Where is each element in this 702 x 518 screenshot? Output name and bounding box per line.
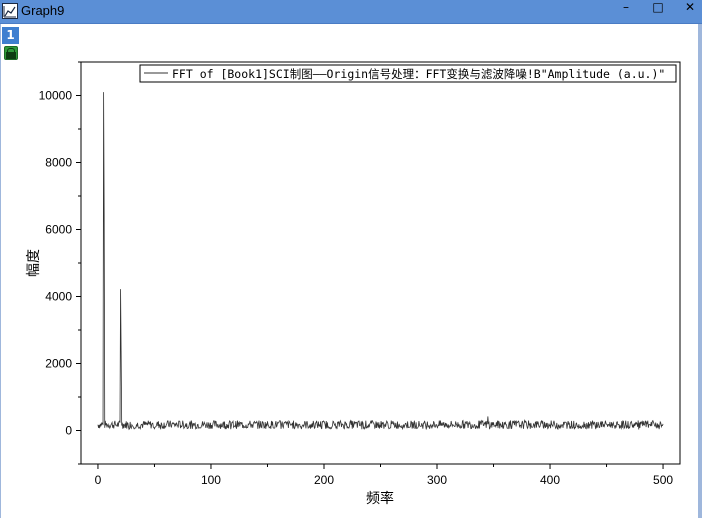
y-tick-label: 10000: [39, 89, 73, 103]
y-axis-title: 幅度: [26, 249, 42, 277]
x-tick-label: 500: [653, 473, 673, 487]
x-tick-label: 100: [201, 473, 221, 487]
y-tick-label: 8000: [45, 156, 72, 170]
y-tick-label: 4000: [45, 290, 72, 304]
series-line: [97, 92, 664, 431]
fft-chart[interactable]: 0 100 200 300 400 500 0200040006000800010000 …: [0, 0, 702, 518]
x-axis-ticks: 0 100 200 300 400 500: [95, 464, 673, 487]
x-tick-label: 400: [540, 473, 560, 487]
legend-box: FFT of [Book1]SCI制图——Origin信号处理：FFT变换与滤波…: [139, 64, 677, 83]
y-tick-label: 2000: [45, 357, 72, 371]
y-axis-ticks: 0 2000 4000 6000 8000 10000: [39, 61, 81, 465]
plot-frame: [80, 61, 681, 465]
y-tick-label: 6000: [45, 223, 72, 237]
x-tick-label: 0: [95, 473, 102, 487]
x-tick-label: 300: [427, 473, 447, 487]
y-tick-label: 0: [65, 424, 72, 438]
x-axis-title: 频率: [366, 490, 394, 507]
x-tick-label: 200: [314, 473, 334, 487]
legend-entry: FFT of [Book1]SCI制图——Origin信号处理：FFT变换与滤波…: [172, 67, 665, 81]
